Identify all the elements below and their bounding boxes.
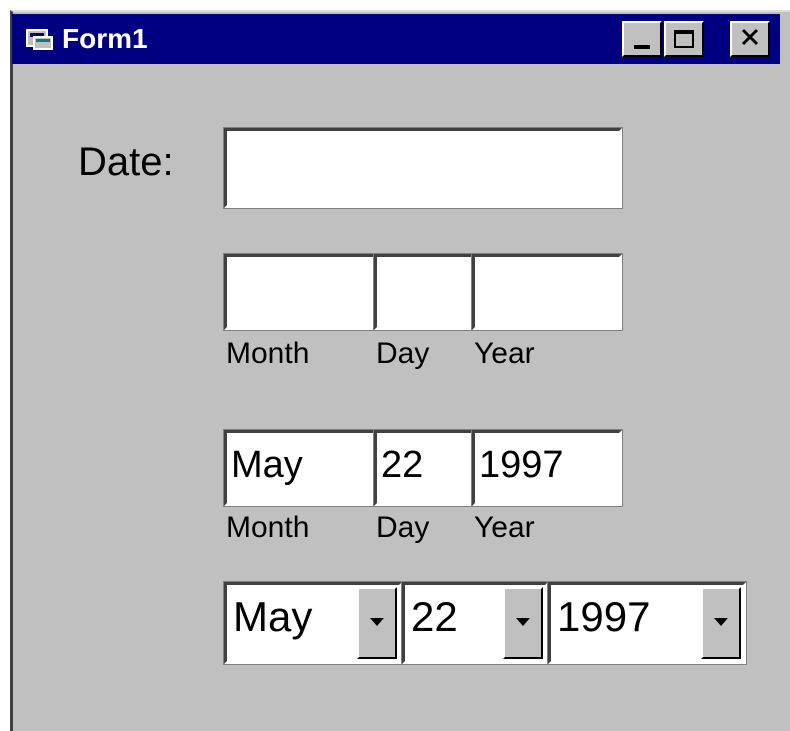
chevron-down-icon xyxy=(515,614,531,632)
day-combo[interactable]: 22 xyxy=(401,581,549,665)
minimize-button[interactable] xyxy=(622,21,662,57)
chevron-down-icon xyxy=(713,614,729,632)
month-label-1: Month xyxy=(226,337,310,370)
year-input-empty[interactable] xyxy=(471,253,623,331)
year-combo[interactable]: 1997 xyxy=(547,581,747,665)
day-label-1: Day xyxy=(376,337,430,370)
day-input[interactable]: 22 xyxy=(373,429,475,507)
month-combo[interactable]: May xyxy=(223,581,403,665)
month-combo-value: May xyxy=(233,593,313,640)
year-input[interactable]: 1997 xyxy=(471,429,623,507)
chevron-down-icon xyxy=(369,614,385,632)
title-bar[interactable]: Form1 xyxy=(12,14,780,64)
day-input-empty[interactable] xyxy=(373,253,475,331)
close-icon xyxy=(740,28,760,50)
year-label-2: Year xyxy=(474,511,535,544)
date-label: Date: xyxy=(78,140,174,184)
month-dropdown-button[interactable] xyxy=(357,587,397,659)
day-value: 22 xyxy=(381,444,424,486)
day-combo-value: 22 xyxy=(411,593,458,640)
app-window-icon xyxy=(26,27,54,51)
maximize-button[interactable] xyxy=(664,21,704,57)
month-label-2: Month xyxy=(226,511,310,544)
month-input[interactable]: May xyxy=(223,429,377,507)
day-dropdown-button[interactable] xyxy=(503,587,543,659)
year-combo-value: 1997 xyxy=(557,593,651,640)
day-label-2: Day xyxy=(376,511,430,544)
close-button[interactable] xyxy=(730,21,770,57)
year-dropdown-button[interactable] xyxy=(701,587,741,659)
maximize-icon xyxy=(674,30,694,48)
minimize-icon xyxy=(634,45,650,49)
window-title: Form1 xyxy=(62,23,148,54)
month-value: May xyxy=(231,444,303,486)
month-input-empty[interactable] xyxy=(223,253,377,331)
year-label-1: Year xyxy=(474,337,535,370)
year-value: 1997 xyxy=(479,444,564,486)
date-input[interactable] xyxy=(223,127,623,209)
